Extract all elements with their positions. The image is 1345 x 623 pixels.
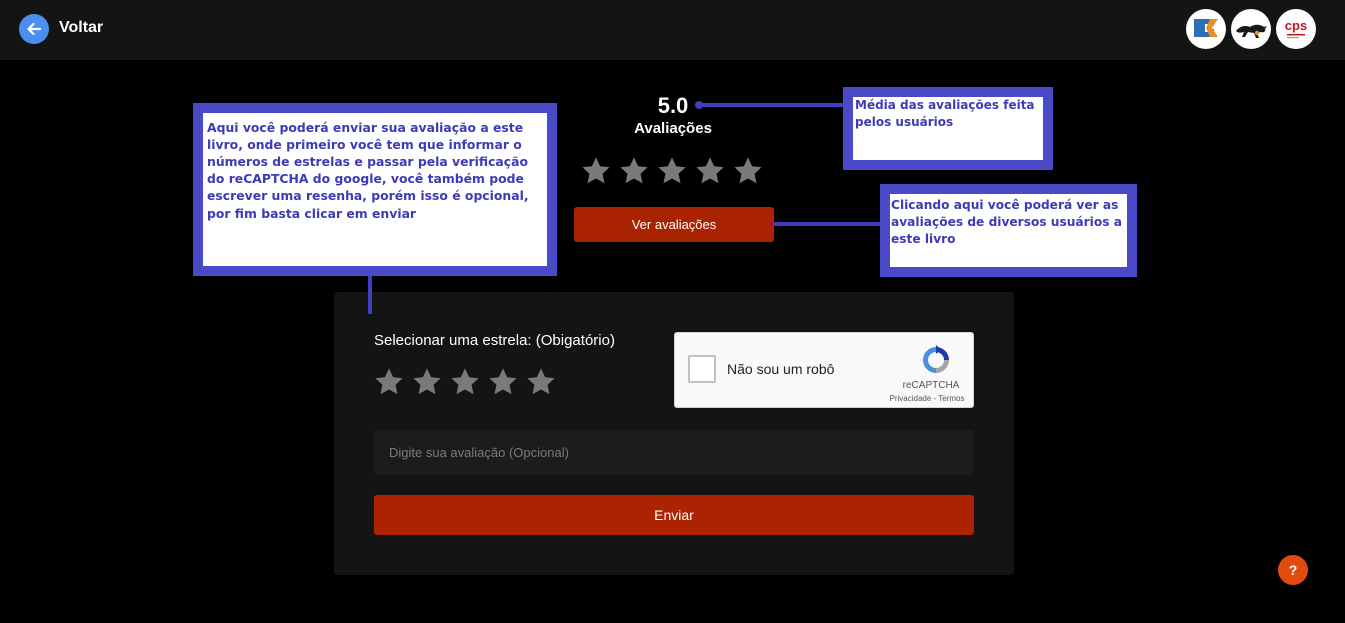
star-icon xyxy=(694,155,726,187)
tutorial-form-text: Aqui você poderá enviar sua avaliação a … xyxy=(207,120,529,221)
help-button[interactable]: ? xyxy=(1278,555,1308,585)
recaptcha-logo-icon xyxy=(923,345,949,373)
review-input[interactable] xyxy=(374,430,974,475)
tutorial-connector xyxy=(773,222,880,226)
tutorial-average-text: Média das avaliações feita pelos usuário… xyxy=(855,98,1035,129)
star-icon xyxy=(580,155,612,187)
arrow-left-icon xyxy=(27,22,42,36)
back-button[interactable] xyxy=(19,14,49,44)
tutorial-view-text: Clicando aqui você poderá ver as avaliaç… xyxy=(891,198,1122,246)
panther-logo-icon[interactable] xyxy=(1231,9,1271,49)
tutorial-callout-view: Clicando aqui você poderá ver as avaliaç… xyxy=(880,184,1137,277)
star-icon xyxy=(732,155,764,187)
average-rating-stars xyxy=(580,155,764,187)
star-icon[interactable] xyxy=(411,366,443,398)
view-reviews-button[interactable]: Ver avaliações xyxy=(574,207,774,242)
star-rating-input[interactable] xyxy=(373,366,557,398)
recaptcha-brand: reCAPTCHA xyxy=(902,380,960,391)
tutorial-connector-dot xyxy=(695,101,703,109)
tutorial-callout-average: Média das avaliações feita pelos usuário… xyxy=(843,87,1053,170)
tutorial-callout-form: Aqui você poderá enviar sua avaliação a … xyxy=(193,103,557,276)
top-bar: Voltar cps xyxy=(0,0,1345,60)
cps-logo-icon[interactable]: cps xyxy=(1276,9,1316,49)
star-icon xyxy=(656,155,688,187)
svg-text:cps: cps xyxy=(1285,18,1307,33)
ratings-caption: Avaliações xyxy=(634,120,712,137)
recaptcha-links[interactable]: Privacidade - Termos xyxy=(881,394,973,403)
star-icon xyxy=(618,155,650,187)
star-icon[interactable] xyxy=(373,366,405,398)
recaptcha-label: Não sou um robô xyxy=(727,361,835,377)
tutorial-connector xyxy=(698,103,843,107)
star-icon[interactable] xyxy=(487,366,519,398)
tutorial-connector xyxy=(368,276,372,314)
send-button[interactable]: Enviar xyxy=(374,495,974,535)
gk-logo-icon[interactable] xyxy=(1186,9,1226,49)
recaptcha-checkbox[interactable] xyxy=(688,355,716,383)
recaptcha-widget: Não sou um robô reCAPTCHA Privacidade - … xyxy=(674,332,974,408)
star-icon[interactable] xyxy=(449,366,481,398)
star-icon[interactable] xyxy=(525,366,557,398)
star-select-label: Selecionar uma estrela: (Obigatório) xyxy=(374,332,615,349)
back-label[interactable]: Voltar xyxy=(59,19,103,37)
